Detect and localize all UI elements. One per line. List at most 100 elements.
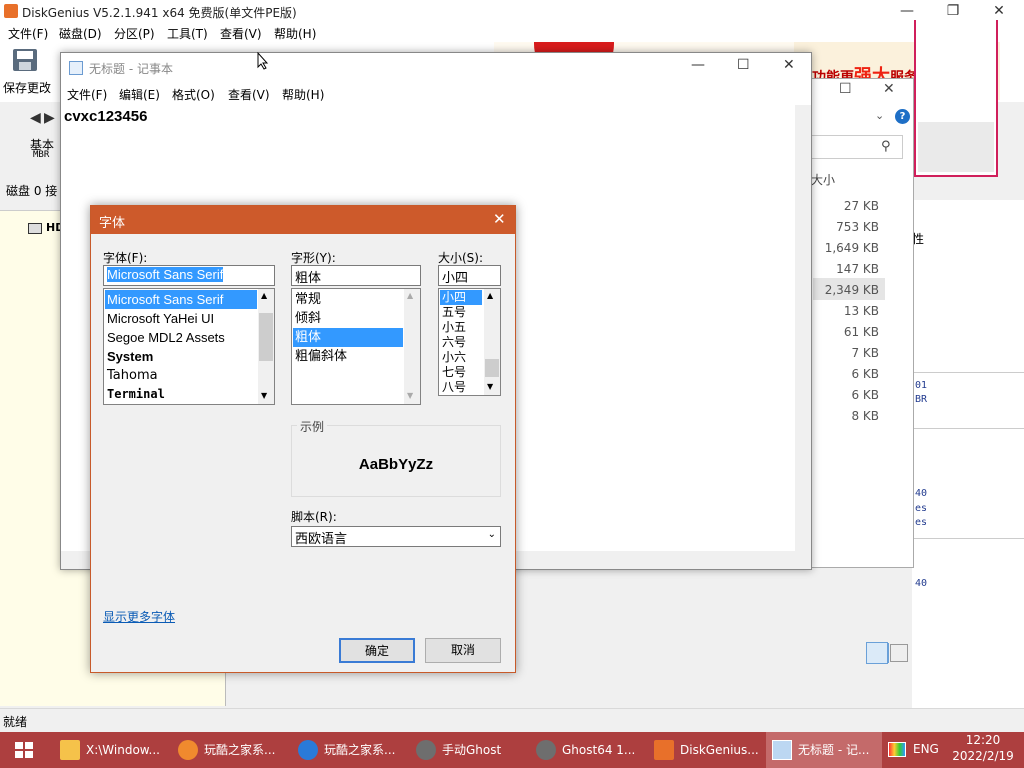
font-input[interactable]: Microsoft Sans Serif xyxy=(103,265,275,286)
taskbar-item-label: 玩酷之家系... xyxy=(204,743,276,757)
start-button[interactable] xyxy=(0,732,48,768)
notepad-menu-format[interactable]: 格式(O) xyxy=(172,86,215,103)
notepad-menu-help[interactable]: 帮助(H) xyxy=(282,86,324,103)
windows-logo-icon xyxy=(15,742,33,758)
font-list-scrollbar[interactable]: ▲ ▼ xyxy=(258,289,274,404)
style-option[interactable]: 粗偏斜体 xyxy=(293,347,347,366)
scroll-up-icon[interactable]: ▲ xyxy=(407,291,413,300)
menu-file[interactable]: 文件(F) xyxy=(8,25,48,42)
maximize-button[interactable]: ☐ xyxy=(839,81,852,97)
notepad-close-button[interactable]: ✕ xyxy=(783,57,795,73)
menu-tools[interactable]: 工具(T) xyxy=(167,25,208,42)
style-option[interactable]: 常规 xyxy=(293,290,321,309)
font-input-value: Microsoft Sans Serif xyxy=(107,267,224,282)
menu-help[interactable]: 帮助(H) xyxy=(274,25,316,42)
script-value: 西欧语言 xyxy=(295,532,348,547)
taskbar-item[interactable]: 手动Ghost xyxy=(410,732,528,768)
size-option[interactable]: 五号 xyxy=(440,305,466,320)
size-list-scrollbar[interactable]: ▲ ▼ xyxy=(484,289,500,395)
taskbar-item[interactable]: X:\Window... xyxy=(54,732,170,768)
show-more-fonts-link[interactable]: 显示更多字体 xyxy=(103,608,175,625)
right-fragment-7: 40 xyxy=(915,578,928,589)
taskbar-item[interactable]: DiskGenius... xyxy=(648,732,764,768)
ghost-icon xyxy=(416,740,436,760)
explorer-window: ☐ ✕ ⌄ ? ⚲ 大小 27 KB 753 KB 1,649 KB 147 K… xyxy=(800,78,914,663)
size-input[interactable]: 小四 xyxy=(438,265,501,286)
scroll-thumb[interactable] xyxy=(485,359,499,377)
taskbar-item-active[interactable]: 无标题 - 记... xyxy=(766,732,882,768)
taskbar-item[interactable]: 玩酷之家系... xyxy=(172,732,290,768)
notepad-title: 无标题 - 记事本 xyxy=(89,62,173,76)
menu-disk[interactable]: 磁盘(D) xyxy=(59,25,102,42)
save-icon xyxy=(12,48,38,72)
explorer-close-button[interactable]: ✕ xyxy=(883,81,895,97)
size-option[interactable]: 七号 xyxy=(440,365,466,380)
notepad-menu-file[interactable]: 文件(F) xyxy=(67,86,107,103)
color-tray-icon[interactable] xyxy=(888,742,906,757)
taskbar-item-label: 手动Ghost xyxy=(442,743,502,757)
font-dialog-close-button[interactable]: ✕ xyxy=(493,210,506,228)
notepad-vertical-scrollbar[interactable] xyxy=(795,105,811,569)
help-icon[interactable]: ? xyxy=(895,109,910,124)
size-option[interactable]: 小五 xyxy=(440,320,466,335)
font-option[interactable]: Tahoma xyxy=(105,366,158,385)
script-select[interactable]: 西欧语言 ⌄ xyxy=(291,526,501,547)
scroll-down-icon[interactable]: ▼ xyxy=(487,382,493,391)
font-option[interactable]: Segoe MDL2 Assets xyxy=(105,328,225,347)
style-list[interactable]: 常规 倾斜 粗体 粗偏斜体 ▲ ▼ xyxy=(291,288,421,405)
notepad-icon xyxy=(69,61,83,75)
size-option[interactable]: 六号 xyxy=(440,335,466,350)
scroll-down-icon[interactable]: ▼ xyxy=(261,391,267,400)
right-fragment-6: es xyxy=(915,517,928,528)
chevron-down-icon[interactable]: ⌄ xyxy=(875,109,884,122)
scroll-up-icon[interactable]: ▲ xyxy=(487,291,493,300)
size-list[interactable]: 小四 五号 小五 六号 小六 七号 八号 ▲ ▼ xyxy=(438,288,501,396)
font-option[interactable]: System xyxy=(105,347,153,366)
font-list[interactable]: Microsoft Sans Serif Microsoft YaHei UI … xyxy=(103,288,275,405)
style-option[interactable]: 倾斜 xyxy=(293,309,321,328)
size-option[interactable]: 小六 xyxy=(440,350,466,365)
language-indicator[interactable]: ENG xyxy=(913,742,939,756)
font-option[interactable]: Terminal xyxy=(105,385,165,404)
style-option[interactable]: 粗体 xyxy=(293,328,403,347)
size-option[interactable]: 小四 xyxy=(440,290,482,305)
notepad-menu-view[interactable]: 查看(V) xyxy=(228,86,270,103)
save-changes-button[interactable]: 保存更改 xyxy=(3,79,51,96)
scroll-up-icon[interactable]: ▲ xyxy=(261,291,267,300)
notepad-minimize-button[interactable]: — xyxy=(691,57,705,73)
diskgenius-logo-icon xyxy=(4,4,18,18)
taskbar-item[interactable]: Ghost64 1... xyxy=(530,732,646,768)
font-option[interactable]: Microsoft YaHei UI xyxy=(105,309,214,328)
nav-back-icon[interactable]: ◀ xyxy=(30,110,41,126)
menu-view[interactable]: 查看(V) xyxy=(220,25,262,42)
restore-button[interactable]: ❐ xyxy=(930,0,976,22)
divider xyxy=(912,372,1024,373)
diskgenius-icon xyxy=(654,740,674,760)
font-option[interactable]: Microsoft Sans Serif xyxy=(105,290,257,309)
close-button[interactable]: ✕ xyxy=(976,0,1022,22)
scroll-down-icon[interactable]: ▼ xyxy=(407,391,413,400)
clock-time[interactable]: 12:20 xyxy=(954,733,1012,747)
notepad-maximize-button[interactable]: ☐ xyxy=(737,57,750,73)
scroll-thumb[interactable] xyxy=(259,313,273,361)
cancel-button[interactable]: 取消 xyxy=(425,638,501,663)
nav-forward-icon[interactable]: ▶ xyxy=(44,110,55,126)
size-option[interactable]: 八号 xyxy=(440,380,466,395)
list-view-icon[interactable] xyxy=(866,642,888,664)
thumbnail-view-icon[interactable] xyxy=(890,644,908,662)
size-column-header[interactable]: 大小 xyxy=(811,171,835,188)
taskbar-item-label: Ghost64 1... xyxy=(562,743,636,757)
style-input[interactable]: 粗体 xyxy=(291,265,421,286)
menu-partition[interactable]: 分区(P) xyxy=(114,25,155,42)
search-icon: ⚲ xyxy=(881,139,891,154)
taskbar-item-label: X:\Window... xyxy=(86,743,160,757)
style-list-scrollbar[interactable]: ▲ ▼ xyxy=(404,289,420,404)
minimize-button[interactable]: — xyxy=(884,0,930,22)
sample-text: AaBbYyZz xyxy=(358,456,434,473)
taskbar-item[interactable]: 玩酷之家系... xyxy=(292,732,408,768)
notepad-menu-edit[interactable]: 编辑(E) xyxy=(119,86,160,103)
gray-block xyxy=(918,122,994,172)
download-icon xyxy=(298,740,318,760)
clock-date[interactable]: 2022/2/19 xyxy=(950,749,1016,763)
ok-button[interactable]: 确定 xyxy=(339,638,415,663)
